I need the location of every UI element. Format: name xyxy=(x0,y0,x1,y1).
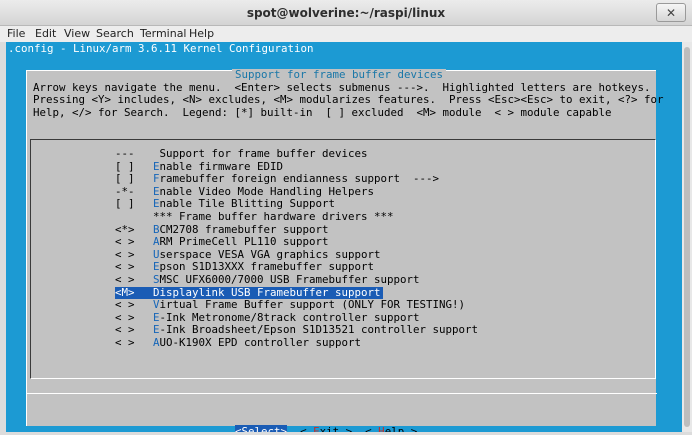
button-text-post: > xyxy=(404,425,418,433)
option-state: < > xyxy=(115,235,135,249)
option-label: Support for frame buffer devices xyxy=(153,147,368,160)
option-label: RM PrimeCell PL110 support xyxy=(159,235,329,249)
menu-view[interactable]: View xyxy=(64,27,90,40)
menuconfig-dialog: Support for frame buffer devices Arrow k… xyxy=(26,69,664,432)
button-text-rest: xit xyxy=(319,425,340,433)
option-state: < > xyxy=(115,260,135,274)
option-state: < > xyxy=(115,336,135,349)
option-label: ramebuffer foreign endianness support --… xyxy=(159,172,440,186)
option-label: *** Frame buffer hardware drivers *** xyxy=(153,210,394,223)
options-list: --- Support for frame buffer devices[ ] E… xyxy=(30,139,656,379)
button-text-rest: elp xyxy=(384,425,405,433)
button-gap xyxy=(287,425,300,432)
option-state: < > xyxy=(115,310,135,324)
option-state: < > xyxy=(115,247,135,261)
option-label: irtual Frame Buffer support (ONLY FOR TE… xyxy=(159,298,466,312)
option-row[interactable]: -*- Enable Video Mode Handling Helpers xyxy=(115,184,375,198)
option-row[interactable]: < > Virtual Frame Buffer support (ONLY FO… xyxy=(115,299,465,311)
option-row[interactable]: --- Support for frame buffer devices xyxy=(115,148,368,160)
option-row[interactable]: < > AUO-K190X EPD controller support xyxy=(115,337,361,349)
help-button[interactable]: < Help > xyxy=(365,425,418,433)
select-button[interactable]: <Select> xyxy=(235,425,288,433)
option-state: < > xyxy=(115,298,135,312)
window-titlebar: spot@wolverine:~/raspi/linux ✕ xyxy=(0,0,692,26)
option-state: < > xyxy=(115,323,135,337)
help-line-2: Pressing <Y> includes, <N> excludes, <M>… xyxy=(33,93,664,106)
option-label: MSC UFX6000/7000 USB Framebuffer support xyxy=(159,273,420,286)
option-label: isplaylink USB Framebuffer support xyxy=(159,285,381,299)
option-row[interactable]: < > Userspace VESA VGA graphics support xyxy=(115,247,381,261)
option-state: --- xyxy=(115,147,135,160)
option-label: -Ink Metronome/8track controller support xyxy=(159,310,420,324)
button-bar: <Select> < Exit > < Help > xyxy=(235,425,418,433)
option-state: [ ] xyxy=(115,197,135,211)
option-state: <*> xyxy=(115,222,135,236)
menu-help[interactable]: Help xyxy=(189,27,214,40)
option-row-selected[interactable]: <M> Displaylink USB Framebuffer support xyxy=(115,285,383,299)
option-state: < > xyxy=(115,273,135,286)
option-label: nable Video Mode Handling Helpers xyxy=(159,184,375,198)
terminal-scrollbar[interactable] xyxy=(682,42,692,432)
option-label: -Ink Broadsheet/Epson S1D13521 controlle… xyxy=(159,323,479,337)
button-text-pre: < xyxy=(365,425,379,433)
button-text-post: > xyxy=(339,425,353,433)
option-label: nable Tile Blitting Support xyxy=(159,197,336,211)
button-separator xyxy=(27,393,657,394)
menu-search[interactable]: Search xyxy=(96,27,134,40)
option-row[interactable]: <*> BCM2708 framebuffer support xyxy=(115,222,329,236)
option-label: pson S1D13XXX framebuffer support xyxy=(159,260,375,274)
option-row[interactable]: < > SMSC UFX6000/7000 USB Framebuffer sup… xyxy=(115,274,420,286)
dialog-title: Support for frame buffer devices xyxy=(232,69,447,81)
config-title: .config - Linux/arm 3.6.11 Kernel Config… xyxy=(8,42,314,55)
option-row[interactable]: < > E-Ink Broadsheet/Epson S1D13521 contr… xyxy=(115,324,478,336)
option-state: -*- xyxy=(115,184,135,198)
menu-edit[interactable]: Edit xyxy=(35,27,56,40)
option-row[interactable]: [ ] Framebuffer foreign endianness suppor… xyxy=(115,173,439,185)
terminal-area[interactable]: .config - Linux/arm 3.6.11 Kernel Config… xyxy=(6,42,682,432)
option-label: CM2708 framebuffer support xyxy=(159,222,329,236)
option-row[interactable]: [ ] Enable firmware EDID xyxy=(115,159,284,173)
option-row[interactable]: < > E-Ink Metronome/8track controller sup… xyxy=(115,310,420,324)
close-icon[interactable]: ✕ xyxy=(656,3,686,22)
button-text-pre: < xyxy=(300,425,314,433)
button-text-rest: elect xyxy=(248,425,281,433)
exit-button[interactable]: < Exit > xyxy=(300,425,353,433)
menu-terminal[interactable]: Terminal xyxy=(140,27,187,40)
option-row[interactable]: < > Epson S1D13XXX framebuffer support xyxy=(115,261,374,273)
option-state: [ ] xyxy=(115,159,135,173)
scrollbar-thumb[interactable] xyxy=(684,47,690,427)
option-row[interactable]: *** Frame buffer hardware drivers *** xyxy=(115,211,394,223)
window-title: spot@wolverine:~/raspi/linux xyxy=(246,6,446,20)
option-label: nable firmware EDID xyxy=(159,159,284,173)
option-row[interactable]: < > ARM PrimeCell PL110 support xyxy=(115,236,329,248)
button-gap xyxy=(352,425,365,432)
option-state: <M> xyxy=(115,285,135,299)
menubar: File Edit View Search Terminal Help xyxy=(0,26,692,42)
option-row[interactable]: [ ] Enable Tile Blitting Support xyxy=(115,198,335,210)
help-line-3: Help, </> for Search. Legend: [*] built-… xyxy=(33,106,612,119)
option-state: [ ] xyxy=(115,172,135,186)
menu-file[interactable]: File xyxy=(7,27,25,40)
option-label: UO-K190X EPD controller support xyxy=(159,336,362,349)
option-label: serspace VESA VGA graphics support xyxy=(159,247,381,261)
